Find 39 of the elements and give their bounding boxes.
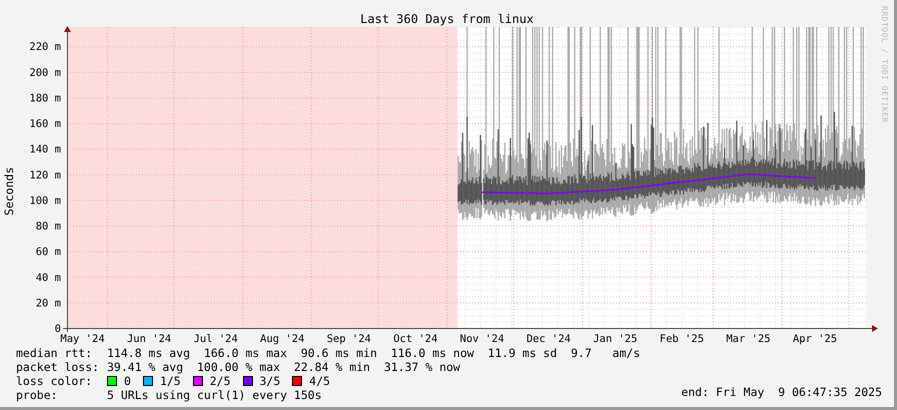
x-tick-label: Jul '24 <box>194 333 238 345</box>
loss-color-label: 2/5 <box>210 374 230 388</box>
legend-label: loss color: <box>16 374 94 388</box>
y-tick-label: 80 m <box>36 220 61 233</box>
y-tick-label: 200 m <box>29 66 61 79</box>
x-tick-label: Mar '25 <box>726 333 770 345</box>
y-tick-label: 220 m <box>29 41 61 54</box>
credit-text: RRDTOOL / TOBI OETIKER <box>880 6 889 123</box>
y-tick-label: 60 m <box>36 246 61 258</box>
x-tick-label: May '24 <box>60 333 105 345</box>
y-tick-label: 20 m <box>36 297 61 310</box>
y-tick-label: 100 m <box>29 194 61 207</box>
x-tick-label: Dec '24 <box>526 333 571 345</box>
loss-color-label: 1/5 <box>160 374 181 388</box>
end-time: end: Fri May 9 06:47:35 2025 <box>681 385 882 399</box>
y-tick-label: 160 m <box>29 118 61 130</box>
y-tick-label: 0 <box>54 323 61 335</box>
y-tick-label: 140 m <box>29 144 61 156</box>
legend-values: 39.41 % avg 100.00 % max 22.84 % min 31.37 % now <box>107 360 460 374</box>
y-tick-label: 180 m <box>29 92 61 104</box>
x-tick-label: Apr '25 <box>792 333 838 345</box>
legend-label: packet loss: <box>16 360 100 374</box>
x-tick-label: Oct '24 <box>393 333 438 345</box>
loss-color-label: 3/5 <box>260 374 280 388</box>
x-tick-label: Nov '24 <box>460 333 504 345</box>
legend-values: 5 URLs using curl(1) every 150s <box>107 388 322 402</box>
x-tick-label: Feb '25 <box>660 333 704 345</box>
loss-color-label: 0 <box>124 374 131 388</box>
x-tick-label: Aug '24 <box>260 333 304 345</box>
x-tick-label: Jan '25 <box>593 333 638 345</box>
loss-color-label: 4/5 <box>309 374 330 388</box>
legend-values: 114.8 ms avg 166.0 ms max 90.6 ms min 116.0 ms now 11.9 ms sd 9.7 am/s <box>107 346 640 360</box>
y-axis-title: Seconds <box>2 166 16 216</box>
legend-label: probe: <box>16 388 59 402</box>
y-tick-label: 40 m <box>36 272 61 284</box>
legend-label: median rtt: <box>16 346 94 360</box>
x-tick-label: Sep '24 <box>326 333 371 345</box>
x-tick-label: Jun '24 <box>126 333 172 345</box>
y-tick-label: 120 m <box>29 169 61 182</box>
